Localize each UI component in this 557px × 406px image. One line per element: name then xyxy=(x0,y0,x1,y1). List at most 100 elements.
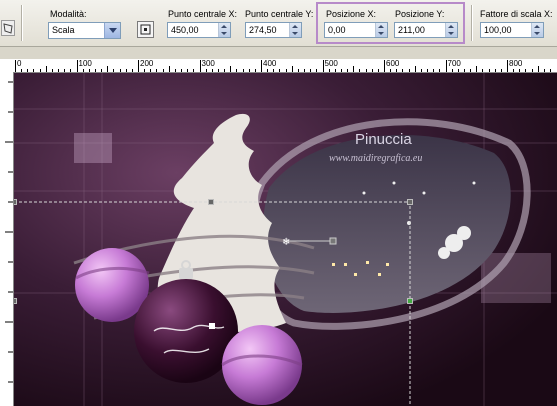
deform-handle-top-left[interactable] xyxy=(14,199,17,205)
ruler-tick xyxy=(162,69,164,72)
canvas-artwork: ❄ Pinuccia www.maidiregrafica.eu xyxy=(14,73,557,406)
mode-dropdown[interactable]: Scala xyxy=(48,22,121,39)
watermark-url: www.maidiregrafica.eu xyxy=(329,153,422,164)
ruler-tick xyxy=(181,69,183,72)
position-x-field[interactable]: 0,00 xyxy=(324,22,388,38)
ruler-tick xyxy=(242,69,244,72)
ruler-tick xyxy=(384,60,385,72)
image-canvas[interactable]: ❄ Pinuccia www.maidiregrafica.eu xyxy=(14,73,557,406)
ruler-tick xyxy=(27,69,29,72)
ruler-tick xyxy=(33,69,35,72)
ruler-tick xyxy=(537,66,539,72)
ruler-label: 200 xyxy=(140,59,154,68)
scale-x-label: Fattore di scala X: xyxy=(480,9,553,19)
ruler-tick xyxy=(420,69,422,72)
spinner-icon[interactable] xyxy=(531,23,543,37)
ruler-label: 500 xyxy=(324,59,338,68)
ruler-tick xyxy=(439,69,441,72)
ruler-tick xyxy=(248,69,250,72)
position-y-field[interactable]: 211,00 xyxy=(394,22,458,38)
ruler-tick xyxy=(205,69,207,72)
reset-rectangle-icon[interactable] xyxy=(137,21,154,38)
toolbar-gap xyxy=(0,47,557,59)
ruler-tick xyxy=(322,60,324,72)
ruler-tick xyxy=(45,66,47,72)
ruler-tick xyxy=(482,69,484,72)
ruler-tick xyxy=(125,69,127,72)
ruler-tick xyxy=(371,69,373,72)
ruler-tick xyxy=(138,60,139,72)
ruler-tick xyxy=(550,69,552,72)
ruler-tick xyxy=(519,69,521,72)
spinner-icon[interactable] xyxy=(375,23,387,37)
ruler-label: 800 xyxy=(509,59,523,68)
ruler-tick xyxy=(261,60,262,72)
ruler-tick xyxy=(359,69,361,72)
ruler-tick xyxy=(470,69,472,72)
ruler-label: 100 xyxy=(78,59,92,68)
ruler-tick xyxy=(211,69,213,72)
ruler-tick xyxy=(488,69,490,72)
scale-x-value: 100,00 xyxy=(484,25,512,35)
ruler-tick xyxy=(396,69,398,72)
ruler-tick xyxy=(445,60,447,72)
deform-tool-icon[interactable] xyxy=(1,20,15,36)
ruler-tick xyxy=(414,66,416,72)
center-y-value: 274,50 xyxy=(249,25,277,35)
ruler-tick xyxy=(279,69,281,72)
ruler-tick xyxy=(525,69,527,72)
ruler-tick xyxy=(500,69,502,72)
chevron-down-icon[interactable] xyxy=(104,23,120,38)
ruler-tick xyxy=(39,69,41,72)
watermark-title: Pinuccia xyxy=(355,131,412,148)
ruler-tick xyxy=(476,66,478,72)
ruler-tick xyxy=(353,66,355,72)
position-x-value: 0,00 xyxy=(328,25,346,35)
ruler-tick xyxy=(70,69,72,72)
ruler-tick xyxy=(531,69,533,72)
ruler-tick xyxy=(334,69,336,72)
position-y-label: Posizione Y: xyxy=(395,9,445,19)
ruler-tick xyxy=(507,60,508,72)
ruler-tick xyxy=(224,69,226,72)
ruler-tick xyxy=(174,69,176,72)
ruler-tick xyxy=(131,69,133,72)
ruler-tick xyxy=(463,69,465,72)
deform-handle-right-middle[interactable] xyxy=(407,298,413,304)
ruler-tick xyxy=(254,69,256,72)
ruler-tick xyxy=(156,69,158,72)
center-y-label: Punto centrale Y: xyxy=(245,9,314,19)
ruler-tick xyxy=(64,69,66,72)
ruler-tick xyxy=(310,69,312,72)
deform-handle-left-middle[interactable] xyxy=(14,298,17,304)
ruler-tick xyxy=(119,69,121,72)
tool-options-toolbar: Modalità: Scala Punto centrale X: 450,00… xyxy=(0,0,557,47)
spinner-icon[interactable] xyxy=(445,23,457,37)
mode-value: Scala xyxy=(52,25,75,35)
deform-handle-top-right[interactable] xyxy=(407,199,413,205)
ruler-tick xyxy=(304,69,306,72)
ruler-tick xyxy=(328,69,330,72)
ruler-tick xyxy=(199,60,201,72)
horizontal-ruler: 0 100 200 300 400 500 600 700 800 xyxy=(0,59,557,73)
ruler-tick xyxy=(82,69,84,72)
ruler-tick xyxy=(101,69,103,72)
ruler-tick xyxy=(427,69,429,72)
center-x-field[interactable]: 450,00 xyxy=(167,22,231,38)
ruler-tick xyxy=(150,69,152,72)
ruler-tick xyxy=(543,69,545,72)
ruler-tick xyxy=(187,69,189,72)
scale-x-field[interactable]: 100,00 xyxy=(480,22,544,38)
spinner-icon[interactable] xyxy=(218,23,230,37)
ruler-tick xyxy=(273,69,275,72)
deform-handle-top-middle[interactable] xyxy=(208,199,214,205)
ruler-tick xyxy=(76,60,78,72)
center-y-field[interactable]: 274,50 xyxy=(245,22,302,38)
ruler-tick xyxy=(433,69,435,72)
ruler-tick xyxy=(291,66,293,72)
ruler-label: 600 xyxy=(386,59,400,68)
ruler-label: 300 xyxy=(201,59,215,68)
ruler-tick xyxy=(451,69,453,72)
spinner-icon[interactable] xyxy=(289,23,301,37)
ruler-tick xyxy=(51,69,53,72)
